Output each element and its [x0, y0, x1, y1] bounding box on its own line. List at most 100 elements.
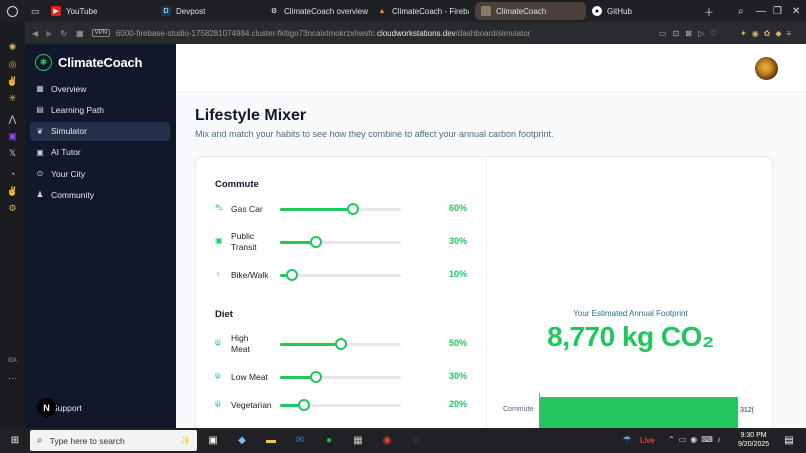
windows-taskbar: ⊞ ⌕ Type here to search ✨ ▣ ◆ ▬ ✉ ● ▦ ◉ …: [0, 428, 806, 453]
firebase-icon: ▲: [378, 7, 386, 15]
new-tab-icon[interactable]: ＋: [704, 0, 714, 22]
app-sidebar: ✱ ClimateCoach ▦ Overview ▤ Learning Pat…: [25, 44, 176, 428]
brand-name: ClimateCoach: [58, 55, 143, 70]
slider-thumb[interactable]: [346, 203, 359, 215]
spotify-icon[interactable]: ●: [322, 433, 336, 447]
live-weather-icon[interactable]: ☂: [620, 433, 634, 447]
history-icon[interactable]: ◔: [10, 169, 15, 180]
file-explorer-icon[interactable]: ▬: [264, 433, 278, 447]
sparkle-icon: ✨: [180, 435, 191, 445]
store-icon[interactable]: ▦: [351, 433, 365, 447]
nextjs-badge-icon[interactable]: N: [37, 398, 56, 417]
footprint-label: Your Estimated Annual Footprint: [573, 309, 688, 318]
notification-icon[interactable]: ▤: [782, 433, 796, 447]
low-meat-slider[interactable]: [280, 371, 401, 383]
slider-thumb[interactable]: [298, 399, 311, 411]
address-bar: ◀ ▶ ↻ ▦ VPN 6000-firebase-studio-1758281…: [25, 22, 806, 44]
tab-devpost[interactable]: D Devpost: [155, 0, 263, 22]
breakdown-value-label: 312(: [740, 407, 755, 414]
browser-tab-bar: ▭ ▶ YouTube D Devpost ⚙ ClimateCoach ove…: [0, 0, 806, 22]
tab-github[interactable]: ● GitHub: [586, 0, 666, 22]
public-transit-slider[interactable]: [280, 236, 401, 248]
close-icon[interactable]: ✕: [792, 0, 800, 22]
avatar[interactable]: [755, 57, 778, 80]
rail-app-icon[interactable]: ✌: [7, 76, 18, 87]
reload-icon[interactable]: ↻: [60, 29, 67, 38]
slider-row-public-transit: ▣ Public Transit 30%: [215, 231, 467, 252]
gear-icon: ⚙: [270, 8, 278, 15]
minimize-icon[interactable]: —: [756, 0, 766, 22]
devpost-icon: D: [161, 6, 171, 16]
rail-app-icon[interactable]: ◎: [9, 59, 17, 70]
vpn-badge[interactable]: VPN: [91, 29, 110, 37]
browser-logo-icon[interactable]: [0, 5, 25, 17]
system-tray-icons[interactable]: ⌃▭◉⌨♪: [668, 435, 725, 444]
windows-start-icon[interactable]: ⊞: [8, 433, 22, 447]
back-icon[interactable]: ◀: [32, 29, 38, 38]
clock[interactable]: 9:30 PM 9/20/2025: [738, 431, 769, 449]
copilot-icon[interactable]: ◆: [235, 433, 249, 447]
breakdown-category-label: Commute: [503, 406, 534, 413]
sidebar-toggle-icon[interactable]: ▭: [25, 0, 45, 22]
toolbar-icons[interactable]: ▭⊡⊠▷♡: [659, 29, 723, 38]
slider-row-low-meat: ψ Low Meat 30%: [215, 371, 467, 383]
leaf-icon: ❦: [36, 126, 44, 136]
browser-side-rail: ✺ ◎ ✌ ✳ ⋀ ▣ 𝕏 ◔ ✌ ⚙ GX ···: [0, 22, 25, 428]
pin-icon: ⊙: [36, 169, 44, 179]
home-grid-icon[interactable]: ▦: [76, 29, 84, 38]
card-divider: [486, 157, 487, 428]
taskbar-search[interactable]: ⌕ Type here to search ✨: [30, 430, 197, 451]
grid-icon: ▦: [36, 84, 44, 93]
task-view-icon[interactable]: ▣: [206, 433, 220, 447]
page-subtitle: Mix and match your habits to see how the…: [195, 129, 554, 139]
bike-walk-slider[interactable]: [280, 269, 401, 281]
search-tabs-icon[interactable]: ⌕: [738, 0, 744, 22]
rail-app-icon[interactable]: ✺: [9, 42, 17, 53]
tab-climatecoach-overview[interactable]: ⚙ ClimateCoach overview: [263, 0, 371, 22]
rail-app-icon[interactable]: ✌: [7, 186, 18, 197]
utensils-icon: ψ: [215, 399, 221, 408]
sidebar-nav: ▦ Overview ▤ Learning Path ❦ Simulator ▣…: [30, 79, 170, 207]
url-field[interactable]: 6000-firebase-studio-1758281074984.clust…: [116, 29, 530, 38]
extension-icons[interactable]: ✦◉✿◆≡: [740, 29, 796, 38]
slider-thumb[interactable]: [310, 236, 323, 248]
rail-app-icon[interactable]: ⋀: [9, 114, 16, 125]
bike-icon: ♁: [215, 269, 221, 278]
main-content: Lifestyle Mixer Mix and match your habit…: [176, 44, 806, 428]
slider-thumb[interactable]: [286, 269, 299, 281]
slider-row-high-meat: ψ High Meat 50%: [215, 333, 467, 354]
maximize-icon[interactable]: ❐: [773, 0, 782, 22]
x-icon[interactable]: 𝕏: [9, 148, 16, 159]
browser-taskbar-icon[interactable]: ◌: [409, 433, 423, 447]
more-icon[interactable]: ···: [8, 373, 17, 384]
tab-climatecoach[interactable]: ClimateCoach: [475, 2, 586, 20]
slider-row-gas-car: ⛍ Gas Car 60%: [215, 203, 467, 215]
forward-icon[interactable]: ▶: [46, 29, 52, 38]
train-icon: ▣: [215, 236, 223, 245]
sidebar-item-support[interactable]: N Support: [37, 398, 82, 417]
rail-app-icon[interactable]: ✳: [9, 93, 17, 104]
gas-car-slider[interactable]: [280, 203, 401, 215]
gx-icon[interactable]: GX: [8, 356, 17, 367]
sidebar-item-your-city[interactable]: ⊙ Your City: [30, 164, 170, 183]
top-header: [176, 44, 806, 92]
high-meat-slider[interactable]: [280, 338, 401, 350]
settings-icon[interactable]: ⚙: [8, 203, 16, 214]
sidebar-item-learning-path[interactable]: ▤ Learning Path: [30, 100, 170, 119]
sidebar-item-community[interactable]: ♟ Community: [30, 185, 170, 204]
slider-thumb[interactable]: [310, 371, 323, 383]
tab-youtube[interactable]: ▶ YouTube: [45, 0, 155, 22]
project-icon: [481, 6, 491, 16]
twitch-icon[interactable]: ▣: [8, 131, 17, 142]
section-title-diet: Diet: [215, 309, 233, 320]
brand-logo[interactable]: ✱ ClimateCoach: [35, 54, 142, 71]
sidebar-item-simulator[interactable]: ❦ Simulator: [30, 121, 170, 141]
slider-thumb[interactable]: [334, 338, 347, 350]
outlook-icon[interactable]: ✉: [293, 433, 307, 447]
chrome-icon[interactable]: ◉: [380, 433, 394, 447]
live-label[interactable]: Live: [640, 436, 655, 445]
sidebar-item-ai-tutor[interactable]: ▣ AI Tutor: [30, 143, 170, 162]
vegetarian-slider[interactable]: [280, 399, 401, 411]
sidebar-item-overview[interactable]: ▦ Overview: [30, 79, 170, 98]
tab-climatecoach-firebase[interactable]: ▲ ClimateCoach - Firebase: [371, 0, 475, 22]
